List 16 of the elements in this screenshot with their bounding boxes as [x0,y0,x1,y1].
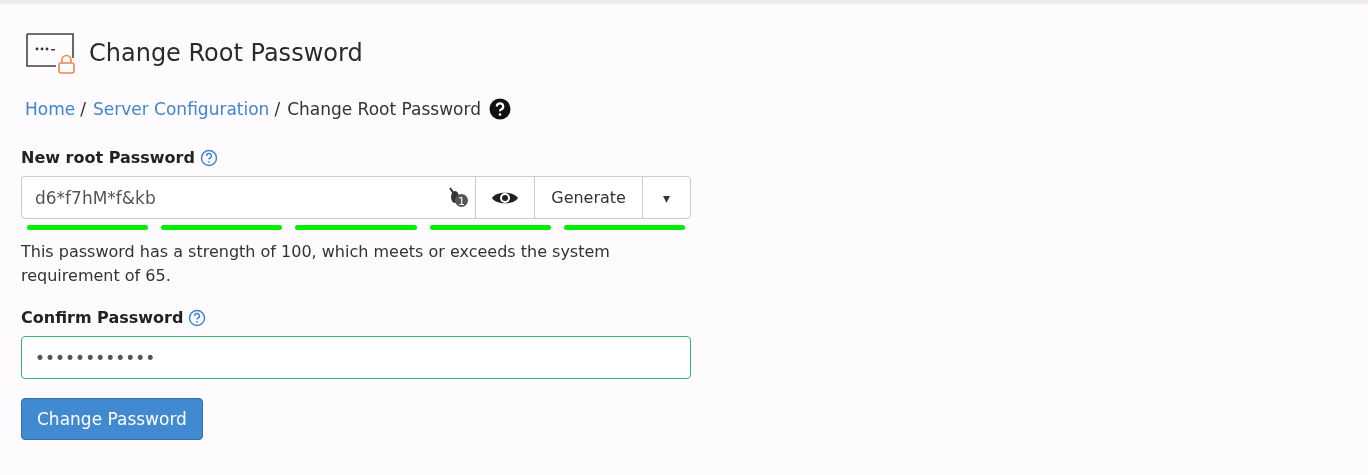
generate-button[interactable]: Generate [534,176,642,219]
breadcrumb-current: Change Root Password [287,99,481,119]
breadcrumb-link[interactable]: Home [25,99,76,119]
breadcrumb-separator: / [80,99,86,119]
password-terminal-icon [26,32,76,74]
field-label: New root Password [21,148,195,167]
breadcrumb-link[interactable]: Server Configuration [92,99,270,119]
change-password-button[interactable]: Change Password [21,398,203,440]
dropdown-button[interactable]: ▾ [641,176,691,219]
strength-message: This password has a strength of 100, which meets or exceeds the system requirement of 65. [21,241,611,287]
show-password-button[interactable] [475,176,535,219]
field-label: Confirm Password [21,308,184,327]
page-title: Change Root Password [89,39,363,67]
breadcrumb-separator: / [274,99,281,119]
help-icon[interactable] [488,98,511,120]
confirm-password-field[interactable]: •••••••••••• [21,336,691,379]
